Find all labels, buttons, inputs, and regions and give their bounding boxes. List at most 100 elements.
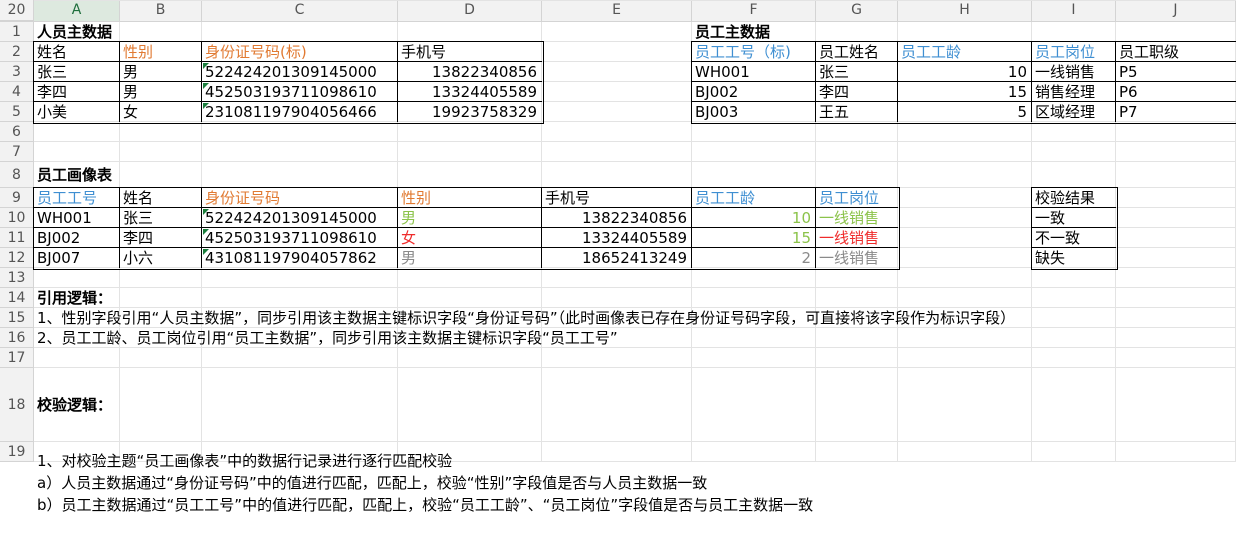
grid-cell[interactable]	[1032, 122, 1116, 142]
grid-cell[interactable]	[1116, 288, 1236, 308]
grid-cell[interactable]	[1116, 328, 1236, 348]
grid-cell[interactable]	[34, 122, 120, 142]
grid-cell[interactable]	[34, 268, 120, 288]
person-master-cell[interactable]: 13822340856	[398, 62, 542, 82]
portrait-cell[interactable]: 一线销售	[816, 228, 898, 248]
grid-cell[interactable]	[542, 348, 692, 368]
portrait-header[interactable]: 身份证号码	[202, 188, 398, 208]
grid-cell[interactable]	[1116, 228, 1236, 248]
employee-master-cell[interactable]: 区域经理	[1032, 102, 1116, 122]
column-header-e[interactable]: E	[542, 0, 692, 22]
row-header-5[interactable]: 5	[0, 102, 34, 122]
grid-cell[interactable]	[202, 348, 398, 368]
grid-cell[interactable]	[692, 268, 816, 288]
grid-cell[interactable]	[898, 122, 1032, 142]
portrait-cell[interactable]: 张三	[120, 208, 202, 228]
employee-master-cell[interactable]: P7	[1116, 102, 1236, 122]
grid-cell[interactable]	[692, 122, 816, 142]
person-master-cell[interactable]: 男	[120, 62, 202, 82]
grid-cell[interactable]	[120, 142, 202, 162]
portrait-cell[interactable]: 一线销售	[816, 208, 898, 228]
row-header-20[interactable]: 20	[0, 0, 34, 21]
grid-cell[interactable]	[120, 122, 202, 142]
grid-cell[interactable]	[542, 62, 692, 82]
grid-cell[interactable]	[816, 122, 898, 142]
row-header-16[interactable]: 16	[0, 328, 34, 348]
grid-cell[interactable]	[120, 268, 202, 288]
employee-master-cell[interactable]: 15	[898, 82, 1032, 102]
portrait-cell[interactable]: 男	[398, 208, 542, 228]
grid-cell[interactable]	[816, 142, 898, 162]
column-header-h[interactable]: H	[898, 0, 1032, 22]
column-header-f[interactable]: F	[692, 0, 816, 22]
grid-cell[interactable]	[202, 0, 398, 1]
check-logic-line-b[interactable]: b）员工主数据通过“员工工号”中的值进行匹配，匹配上，校验“员工工龄”、“员工岗…	[34, 494, 1034, 516]
grid-cell[interactable]	[202, 368, 398, 442]
grid-cell[interactable]	[1116, 268, 1236, 288]
portrait-cell[interactable]: 431081197904057862	[202, 248, 398, 268]
grid-cell[interactable]	[1116, 368, 1236, 442]
grid-cell[interactable]	[34, 142, 120, 162]
portrait-cell[interactable]: 18652413249	[542, 248, 692, 268]
person-master-cell[interactable]: 19923758329	[398, 102, 542, 122]
employee-master-cell[interactable]: BJ002	[692, 82, 816, 102]
grid-cell[interactable]	[898, 268, 1032, 288]
grid-cell[interactable]	[202, 288, 398, 308]
person-master-header[interactable]: 身份证号码(标)	[202, 42, 398, 62]
column-header-d[interactable]: D	[398, 0, 542, 22]
portrait-header[interactable]: 手机号	[542, 188, 692, 208]
row-header-9[interactable]: 9	[0, 188, 34, 208]
grid-cell[interactable]	[202, 122, 398, 142]
grid-cell[interactable]	[542, 288, 692, 308]
portrait-cell[interactable]: 女	[398, 228, 542, 248]
portrait-title[interactable]: 员工画像表	[34, 162, 120, 188]
employee-master-header[interactable]: 员工职级	[1116, 42, 1236, 62]
column-header-i[interactable]: I	[1032, 0, 1116, 22]
grid-cell[interactable]	[692, 142, 816, 162]
grid-cell[interactable]	[542, 268, 692, 288]
grid-cell[interactable]	[692, 328, 816, 348]
grid-cell[interactable]	[120, 0, 202, 1]
portrait-cell[interactable]: 522424201309145000	[202, 208, 398, 228]
person-master-cell[interactable]: 女	[120, 102, 202, 122]
ref-logic-title[interactable]: 引用逻辑：	[34, 288, 120, 308]
column-header-b[interactable]: B	[120, 0, 202, 22]
grid-cell[interactable]	[202, 142, 398, 162]
grid-cell[interactable]	[692, 0, 816, 1]
grid-cell[interactable]	[202, 22, 398, 42]
ref-logic-line-1[interactable]: 1、性别字段引用“人员主数据”，同步引用该主数据主键标识字段“身份证号码”（此时…	[34, 308, 1015, 328]
result-cell[interactable]: 不一致	[1032, 228, 1116, 248]
grid-cell[interactable]	[1032, 162, 1116, 188]
employee-master-cell[interactable]: P5	[1116, 62, 1236, 82]
portrait-cell[interactable]: 452503193711098610	[202, 228, 398, 248]
portrait-cell[interactable]: 李四	[120, 228, 202, 248]
person-master-cell[interactable]: 张三	[34, 62, 120, 82]
grid-cell[interactable]	[1032, 442, 1116, 462]
grid-cell[interactable]	[1032, 288, 1116, 308]
grid-cell[interactable]	[542, 162, 692, 188]
grid-cell[interactable]	[202, 268, 398, 288]
portrait-cell[interactable]: 13822340856	[542, 208, 692, 228]
person-master-title[interactable]: 人员主数据	[34, 22, 120, 42]
person-master-cell[interactable]: 13324405589	[398, 82, 542, 102]
row-header-15[interactable]: 15	[0, 308, 34, 328]
grid-cell[interactable]	[542, 122, 692, 142]
person-master-header[interactable]: 姓名	[34, 42, 120, 62]
check-logic-line-a[interactable]: a）人员主数据通过“身份证号码”中的值进行匹配，匹配上，校验“性别”字段值是否与…	[34, 472, 1034, 494]
employee-master-cell[interactable]: P6	[1116, 82, 1236, 102]
grid-cell[interactable]	[816, 0, 898, 1]
spreadsheet-grid[interactable]: A B C D E F G H I J 1 2 3 4 5 6 7 8 9 10 11 12 13 14 15 16 17 18 19 2…	[0, 0, 1236, 543]
portrait-header[interactable]: 员工工号	[34, 188, 120, 208]
portrait-cell[interactable]: 小六	[120, 248, 202, 268]
grid-cell[interactable]	[398, 0, 542, 1]
grid-cell[interactable]	[898, 0, 1032, 1]
grid-cell[interactable]	[120, 162, 202, 188]
person-master-cell[interactable]: 李四	[34, 82, 120, 102]
employee-master-title[interactable]: 员工主数据	[692, 22, 816, 42]
grid-cell[interactable]	[398, 162, 542, 188]
grid-cell[interactable]	[816, 268, 898, 288]
grid-cell[interactable]	[898, 288, 1032, 308]
employee-master-cell[interactable]: BJ003	[692, 102, 816, 122]
column-header-g[interactable]: G	[816, 0, 898, 22]
portrait-cell[interactable]: 男	[398, 248, 542, 268]
